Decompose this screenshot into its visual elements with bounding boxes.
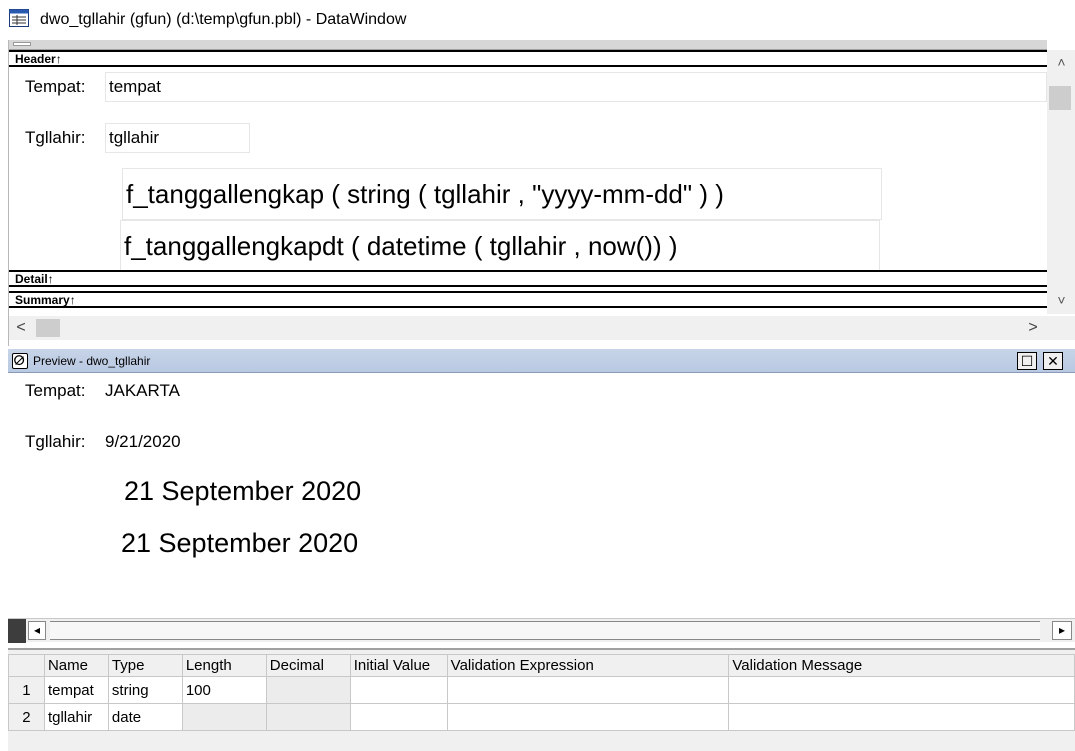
column-header-row: Name Type Length Decimal Initial Value V… <box>8 654 1075 677</box>
preview-tgllahir-label: Tgllahir: <box>25 432 86 451</box>
summary-band[interactable]: Summary↑ <box>9 291 1047 308</box>
cell-validation-message[interactable] <box>728 703 1075 731</box>
horizontal-scroll-thumb[interactable] <box>36 319 60 337</box>
col-header-decimal[interactable]: Decimal <box>265 654 351 677</box>
scroll-right-icon[interactable]: ▸ <box>1052 621 1072 640</box>
design-pane[interactable]: Header↑ Tempat: tempat Tgllahir: tgllahi… <box>8 40 1075 346</box>
table-row[interactable]: 1 tempat string 100 <box>8 676 1075 704</box>
preview-tgllahir-value: 9/21/2020 <box>105 432 181 451</box>
col-header-type[interactable]: Type <box>107 654 183 677</box>
header-band-label: Header↑ <box>15 52 62 66</box>
close-icon[interactable]: ✕ <box>1043 352 1063 370</box>
cell-validation-message[interactable] <box>728 676 1075 704</box>
column-spec-table: Name Type Length Decimal Initial Value V… <box>8 654 1075 731</box>
tgllahir-field[interactable]: tgllahir <box>105 123 250 153</box>
window-title: dwo_tgllahir (gfun) (d:\temp\gfun.pbl) -… <box>40 11 407 28</box>
title-bar: dwo_tgllahir (gfun) (d:\temp\gfun.pbl) -… <box>0 0 1075 40</box>
vertical-scroll-thumb[interactable] <box>1049 86 1071 110</box>
preview-tempat-value: JAKARTA <box>105 381 180 400</box>
cell-type[interactable]: date <box>107 703 183 731</box>
cell-name[interactable]: tempat <box>43 676 109 704</box>
expr-tanggallengkap[interactable]: f_tanggallengkap ( string ( tgllahir , "… <box>122 168 882 220</box>
detail-band[interactable]: Detail↑ <box>9 270 1047 287</box>
table-row[interactable]: 2 tgllahir date <box>8 703 1075 731</box>
cell-type[interactable]: string <box>107 676 183 704</box>
cell-initial-value[interactable] <box>349 676 448 704</box>
cell-length[interactable]: 100 <box>181 676 267 704</box>
row-number: 1 <box>8 676 45 704</box>
cell-decimal[interactable] <box>265 676 351 704</box>
column-spec-grid[interactable]: Name Type Length Decimal Initial Value V… <box>8 648 1075 751</box>
scroll-left-icon[interactable]: ◂ <box>28 621 46 640</box>
tempat-label[interactable]: Tempat: <box>25 77 85 97</box>
col-header-validation-expression[interactable]: Validation Expression <box>446 654 730 677</box>
preview-icon <box>12 353 28 369</box>
preview-title: Preview - dwo_tgllahir <box>33 354 151 368</box>
col-header-initial-value[interactable]: Initial Value <box>349 654 448 677</box>
design-horizontal-scrollbar[interactable]: < > <box>9 316 1075 340</box>
scroll-right-icon[interactable]: > <box>1023 318 1043 338</box>
cell-validation-expression[interactable] <box>446 703 730 731</box>
preview-horizontal-scrollbar[interactable]: ◂ ▸ <box>8 618 1075 643</box>
scroll-down-icon[interactable]: ˅ <box>1047 290 1075 310</box>
datawindow-icon <box>9 9 29 27</box>
col-header-name[interactable]: Name <box>43 654 109 677</box>
col-header-length[interactable]: Length <box>181 654 267 677</box>
preview-result-1: 21 September 2020 <box>124 476 362 506</box>
cell-length[interactable] <box>181 703 267 731</box>
preview-pane[interactable]: Preview - dwo_tgllahir ☐ ✕ Tempat: JAKAR… <box>8 349 1075 645</box>
preview-title-bar: Preview - dwo_tgllahir ☐ ✕ <box>8 349 1075 373</box>
cell-decimal[interactable] <box>265 703 351 731</box>
preview-tempat-label: Tempat: <box>25 381 86 400</box>
design-vertical-scrollbar[interactable]: ˄ ˅ <box>1047 50 1075 314</box>
expr-tanggallengkapdt[interactable]: f_tanggallengkapdt ( datetime ( tgllahir… <box>120 220 880 272</box>
tgllahir-label[interactable]: Tgllahir: <box>25 128 85 148</box>
ruler <box>9 40 1047 50</box>
cell-name[interactable]: tgllahir <box>43 703 109 731</box>
header-band[interactable]: Header↑ <box>9 50 1047 67</box>
tempat-field[interactable]: tempat <box>105 72 1047 102</box>
detail-band-label: Detail↑ <box>15 272 54 286</box>
row-number: 2 <box>8 703 45 731</box>
scroll-left-icon[interactable]: < <box>11 318 31 338</box>
summary-band-label: Summary↑ <box>15 293 76 307</box>
cell-initial-value[interactable] <box>349 703 448 731</box>
col-header-validation-message[interactable]: Validation Message <box>728 654 1075 677</box>
preview-result-2: 21 September 2020 <box>121 528 359 558</box>
preview-scroll-track[interactable] <box>50 621 1040 640</box>
restore-icon[interactable]: ☐ <box>1017 352 1037 370</box>
scroll-up-icon[interactable]: ˄ <box>1047 52 1075 72</box>
cell-validation-expression[interactable] <box>446 676 730 704</box>
